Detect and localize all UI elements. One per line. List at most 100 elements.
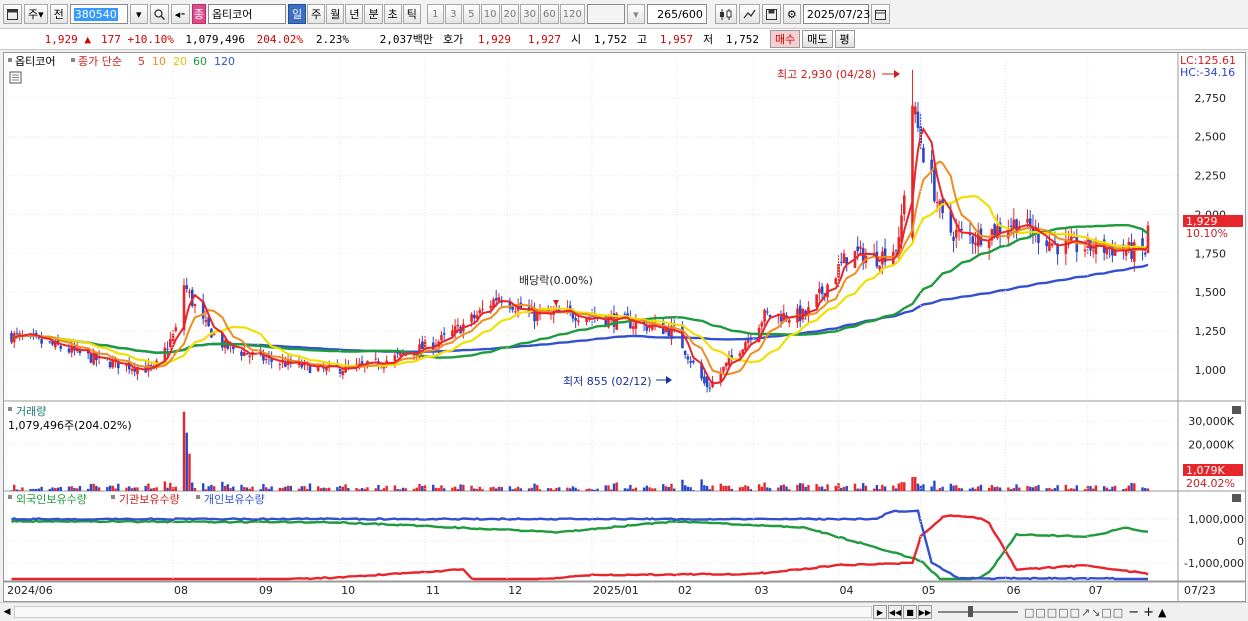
price-change: 177 +10.10% xyxy=(96,33,178,46)
scroll-right-icon[interactable]: ▶ xyxy=(873,605,887,619)
volume-bar xyxy=(289,485,293,491)
volume-bar xyxy=(914,477,917,491)
interval-button[interactable]: 5 xyxy=(462,4,480,24)
settings-gear-icon[interactable]: ⚙ xyxy=(782,4,801,24)
candle-body xyxy=(664,328,668,332)
eval-button[interactable]: 평 xyxy=(834,30,855,48)
interval-button[interactable]: 10 xyxy=(480,4,500,24)
period-day-tab[interactable]: 일 xyxy=(287,4,307,24)
period-year-tab[interactable]: 년 xyxy=(345,4,364,24)
interval-button[interactable]: 3 xyxy=(444,4,462,24)
volume-bar xyxy=(566,487,569,491)
volume-bar xyxy=(207,486,210,491)
period-month-tab[interactable]: 월 xyxy=(326,4,345,24)
volume-bar xyxy=(1102,486,1106,491)
interval-button[interactable]: 20 xyxy=(500,4,520,24)
code-dropdown-icon[interactable]: ▾ xyxy=(129,4,148,24)
interval-button[interactable]: 1 xyxy=(426,4,444,24)
volume-bar xyxy=(1113,485,1117,491)
chart-svg[interactable]: 옵티코어 종가 단순 5 10 20 60 120 LC:125.61 HC:-… xyxy=(4,53,1245,601)
triangle-icon[interactable]: ▲ xyxy=(1158,606,1166,619)
interval-dropdown-icon[interactable]: ▾ xyxy=(626,4,645,24)
window-menu-icon[interactable] xyxy=(3,4,22,24)
candle-type-icon[interactable] xyxy=(714,4,737,24)
fast-forward-icon[interactable]: ▶▶ xyxy=(918,605,932,619)
ownership-tick-label: 1,000,000 xyxy=(1188,513,1244,526)
x-tick-label: 2024/06 xyxy=(7,584,53,597)
search-icon[interactable] xyxy=(149,4,169,24)
interval-button[interactable]: 120 xyxy=(559,4,585,24)
volume-bar xyxy=(489,487,492,491)
candle-body xyxy=(839,261,843,263)
volume-bar xyxy=(136,487,139,491)
layout-tools-icon[interactable]: □□□□□↗↘□□ xyxy=(1024,606,1124,619)
stop-icon[interactable]: ■ xyxy=(903,605,917,619)
volume-bar xyxy=(385,485,388,491)
stock-name-field[interactable]: 옵티코어 xyxy=(207,4,286,24)
interval-button[interactable]: 60 xyxy=(540,4,559,24)
volume-tick-label: 20,000K xyxy=(1188,438,1234,451)
volume-bar xyxy=(998,487,1002,491)
scroll-left-icon[interactable]: ◀ xyxy=(0,607,14,617)
type-select[interactable]: 주 ▾ xyxy=(24,4,48,24)
period-minute-tab[interactable]: 분 xyxy=(364,4,383,24)
volume-bar xyxy=(719,483,722,491)
period-tick-tab[interactable]: 틱 xyxy=(402,4,421,24)
volume-bar xyxy=(130,488,134,491)
zoom-slider[interactable] xyxy=(938,606,1018,617)
volume-bar xyxy=(692,490,695,491)
count-input[interactable]: 265/600 xyxy=(646,4,707,24)
calendar-icon[interactable] xyxy=(870,4,890,24)
volume-bar xyxy=(32,488,35,491)
interval-button[interactable]: 30 xyxy=(520,4,540,24)
horizontal-scrollbar[interactable] xyxy=(14,606,872,618)
candle-body xyxy=(1072,237,1076,239)
volume-bar xyxy=(744,485,747,491)
prev-button[interactable]: 전 xyxy=(49,4,68,24)
candle-body xyxy=(916,111,920,128)
volume-bar xyxy=(577,489,580,491)
period-week-tab[interactable]: 주 xyxy=(307,4,326,24)
chart-area[interactable]: 옵티코어 종가 단순 5 10 20 60 120 LC:125.61 HC:-… xyxy=(3,52,1246,602)
rewind-icon[interactable]: ◀◀ xyxy=(888,605,902,619)
save-icon[interactable] xyxy=(761,4,781,24)
volume-bar xyxy=(336,487,339,491)
candle-body xyxy=(686,356,690,360)
candle-body xyxy=(185,285,189,289)
volume-bar xyxy=(1029,486,1032,491)
volume-bar xyxy=(933,480,936,491)
volume-bar xyxy=(374,488,377,491)
up-triangle-icon: ▲ xyxy=(84,32,91,46)
candle-body xyxy=(738,353,742,357)
volume-bar xyxy=(596,488,599,491)
stock-badge: 종 xyxy=(191,4,206,24)
volume-bar xyxy=(470,485,473,491)
volume-bar xyxy=(492,486,495,491)
toolbar: 주 ▾ 전 380540 ▾ ◂⁃ 종 옵티코어 일 주 월 년 분 초 틱 1 … xyxy=(0,0,1248,29)
volume-panel-close-icon[interactable] xyxy=(1232,406,1241,414)
ownership-panel-close-icon[interactable] xyxy=(1232,494,1241,502)
volume-value: 1,079,496 xyxy=(185,32,245,46)
legend-stock: 옵티코어 xyxy=(15,55,55,68)
volume-bar xyxy=(557,487,561,491)
zoom-in-icon[interactable]: + xyxy=(1143,605,1154,620)
date-input[interactable]: 2025/07/23 xyxy=(802,4,870,24)
sell-button[interactable]: 매도 xyxy=(802,30,833,48)
volume-bar xyxy=(286,485,290,491)
volume-bar xyxy=(1127,485,1131,491)
interval-custom-input[interactable] xyxy=(586,4,625,24)
buy-button[interactable]: 매수 xyxy=(770,30,801,48)
volume-bar xyxy=(804,486,807,491)
zoom-out-icon[interactable]: − xyxy=(1128,605,1139,620)
candle-body xyxy=(89,353,93,363)
candle-body xyxy=(859,246,862,249)
zoom-slider-handle[interactable] xyxy=(968,606,973,617)
speaker-icon[interactable]: ◂⁃ xyxy=(170,4,190,24)
volume-bar xyxy=(1007,487,1010,491)
volume-bar xyxy=(840,487,843,491)
period-second-tab[interactable]: 초 xyxy=(383,4,402,24)
legend-ma20: 20 xyxy=(173,55,187,68)
x-tick-label: 05 xyxy=(922,584,936,597)
drawing-tool-icon[interactable] xyxy=(738,4,760,24)
stock-code-input[interactable]: 380540 xyxy=(69,4,128,24)
